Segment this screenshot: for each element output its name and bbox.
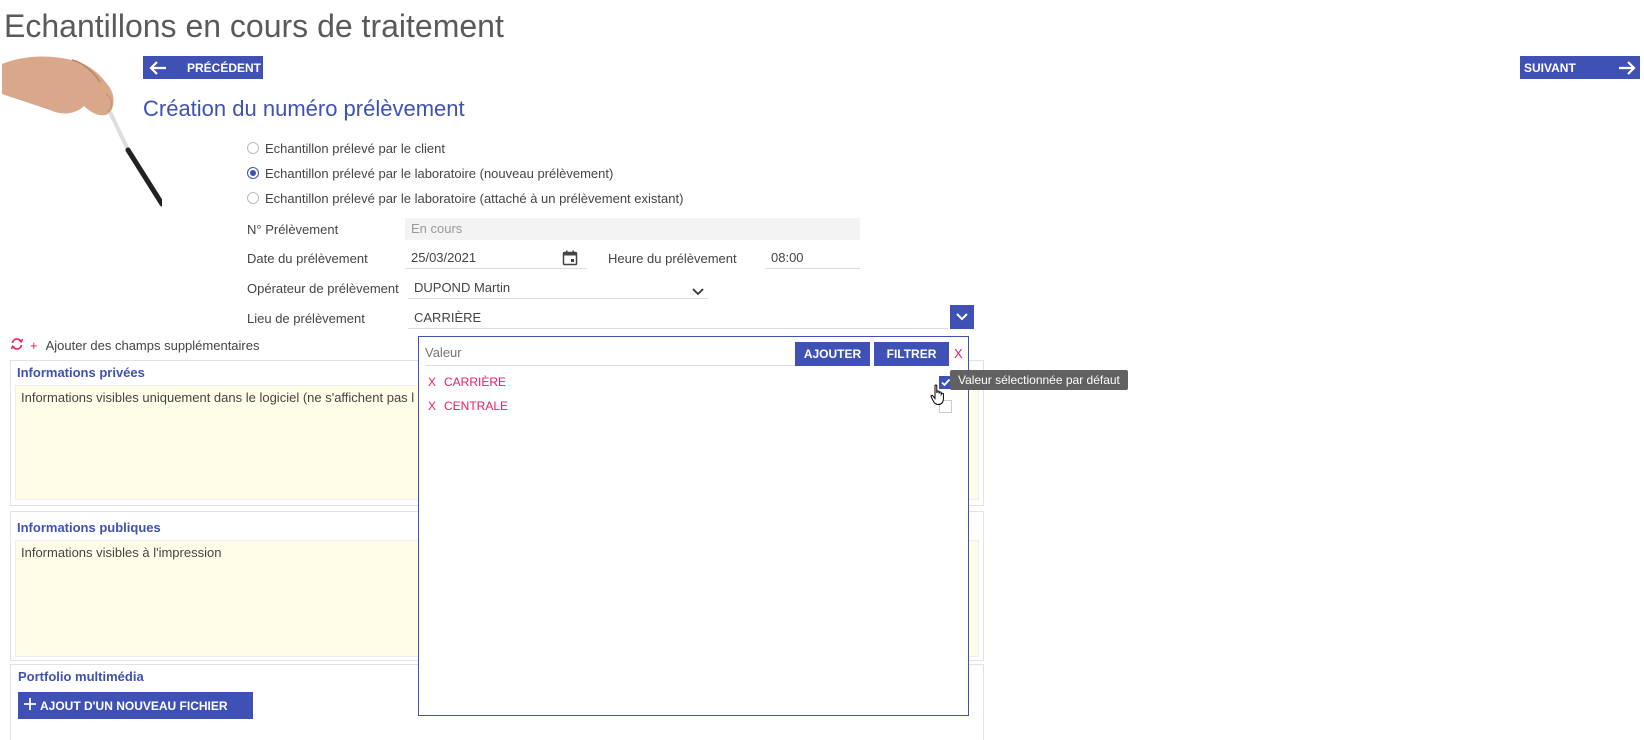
item-label[interactable]: CARRIÈRE xyxy=(444,375,506,389)
value-input-field[interactable] xyxy=(425,340,795,364)
remove-item-button[interactable]: X xyxy=(428,399,436,413)
pipette-illustration xyxy=(2,54,165,214)
previous-label: PRÉCÉDENT xyxy=(187,60,262,75)
add-file-button[interactable]: AJOUT D'UN NOUVEAU FICHIER xyxy=(18,692,253,719)
date-label: Date du prélèvement xyxy=(247,251,368,266)
list-item[interactable]: X CENTRALE xyxy=(428,399,958,413)
arrow-right-icon xyxy=(1618,60,1636,75)
operator-value: DUPOND Martin xyxy=(414,280,511,295)
time-label: Heure du prélèvement xyxy=(608,251,737,266)
add-value-button[interactable]: AJOUTER xyxy=(795,342,870,366)
radio-option-client[interactable]: Echantillon prélevé par le client xyxy=(247,139,445,157)
previous-button[interactable]: PRÉCÉDENT xyxy=(143,56,263,79)
chevron-down-icon[interactable] xyxy=(692,283,704,301)
radio-button[interactable] xyxy=(247,142,259,154)
public-info-text: Informations visibles à l'impression xyxy=(21,545,222,560)
radio-label: Echantillon prélevé par le client xyxy=(265,140,445,156)
tooltip: Valeur sélectionnée par défaut xyxy=(950,370,1128,390)
add-extra-fields[interactable]: + Ajouter des champs supplémentaires xyxy=(10,337,259,354)
radio-button-selected[interactable] xyxy=(247,167,259,179)
plus-icon[interactable]: + xyxy=(30,338,38,353)
private-info-title: Informations privées xyxy=(17,365,145,380)
operator-select[interactable]: DUPOND Martin xyxy=(408,277,708,299)
date-input[interactable]: 25/03/2021 xyxy=(405,247,587,269)
private-info-text: Informations visibles uniquement dans le… xyxy=(21,390,415,405)
item-label[interactable]: CENTRALE xyxy=(444,399,508,413)
portfolio-title: Portfolio multimédia xyxy=(18,669,144,684)
section-subtitle: Création du numéro prélèvement xyxy=(143,96,465,121)
list-item[interactable]: X CARRIÈRE xyxy=(428,375,958,389)
operator-label: Opérateur de prélèvement xyxy=(247,281,399,296)
public-info-title: Informations publiques xyxy=(17,520,161,535)
location-label: Lieu de prélèvement xyxy=(247,311,365,326)
next-label: SUIVANT xyxy=(1524,60,1576,75)
radio-option-lab-existing[interactable]: Echantillon prélevé par le laboratoire (… xyxy=(247,189,683,207)
extra-fields-label: Ajouter des champs supplémentaires xyxy=(45,338,260,353)
sample-number-field: En cours xyxy=(405,218,860,240)
calendar-icon[interactable] xyxy=(562,250,578,271)
location-values-popup: AJOUTER FILTRER X X CARRIÈRE X CENTRALE xyxy=(418,336,969,716)
next-button[interactable]: SUIVANT xyxy=(1520,56,1640,79)
location-select[interactable]: CARRIÈRE xyxy=(408,307,948,329)
radio-button[interactable] xyxy=(247,192,259,204)
plus-icon xyxy=(24,698,36,713)
radio-label: Echantillon prélevé par le laboratoire (… xyxy=(265,165,614,181)
hand-cursor-icon xyxy=(930,384,946,411)
close-popup-button[interactable]: X xyxy=(954,346,963,361)
page-title: Echantillons en cours de traitement xyxy=(4,8,504,44)
sample-number-label: N° Prélèvement xyxy=(247,222,339,237)
remove-item-button[interactable]: X xyxy=(428,375,436,389)
filter-button[interactable]: FILTRER xyxy=(874,342,949,366)
add-file-label: AJOUT D'UN NOUVEAU FICHIER xyxy=(40,698,228,713)
date-value: 25/03/2021 xyxy=(411,250,477,265)
radio-label: Echantillon prélevé par le laboratoire (… xyxy=(265,190,684,206)
arrow-left-icon xyxy=(149,60,167,75)
refresh-icon[interactable] xyxy=(10,337,24,354)
location-value: CARRIÈRE xyxy=(414,310,482,325)
chevron-down-icon xyxy=(956,308,968,326)
value-input[interactable] xyxy=(425,340,795,366)
time-input[interactable]: 08:00 xyxy=(765,247,860,269)
location-dropdown-toggle[interactable] xyxy=(950,305,974,329)
radio-option-lab-new[interactable]: Echantillon prélevé par le laboratoire (… xyxy=(247,164,613,182)
